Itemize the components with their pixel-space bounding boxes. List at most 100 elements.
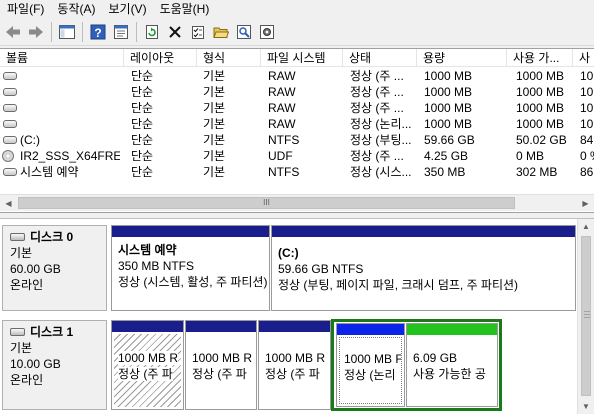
volume-cell-layout: 단순: [131, 69, 154, 83]
partition-status: 정상 (주 파: [265, 367, 320, 381]
volume-cell-status: 정상 (논리...: [350, 117, 412, 131]
forward-arrow-icon[interactable]: [25, 21, 47, 43]
partition-system-reserved[interactable]: 시스템 예약 350 MB NTFS 정상 (시스템, 활성, 주 파티션): [111, 225, 270, 311]
disk-1-name: 디스크 1: [30, 325, 74, 339]
delete-icon[interactable]: [164, 21, 186, 43]
menu-help[interactable]: 도움말(H): [153, 0, 216, 19]
partition-name: (C:): [278, 246, 299, 260]
help-icon[interactable]: ?: [87, 21, 109, 43]
disk-1-label[interactable]: 디스크 1 기본 10.00 GB 온라인: [2, 320, 107, 410]
volume-row[interactable]: 단순 기본 RAW 정상 (논리... 1000 MB 1000 MB 10: [0, 116, 594, 132]
partition-status: 정상 (시스템, 활성, 주 파티션): [118, 275, 267, 289]
vertical-scrollbar[interactable]: ▲ — — — ▼: [577, 219, 594, 414]
volume-cell-layout: 단순: [131, 165, 154, 179]
partition-free-space[interactable]: 6.09 GB 사용 가능한 공: [406, 323, 498, 407]
scroll-grip-icon: — — —: [584, 309, 590, 321]
disk-0-label[interactable]: 디스크 0 기본 60.00 GB 온라인: [2, 225, 107, 311]
volume-cell-free: 0 MB: [516, 149, 545, 163]
column-header-capacity[interactable]: 용량: [417, 49, 507, 67]
volume-cell-fs: RAW: [268, 117, 296, 131]
disk-0-kind: 기본: [10, 246, 33, 260]
volume-cell-layout: 단순: [131, 133, 154, 147]
volume-row[interactable]: 단순 기본 RAW 정상 (주 ... 1000 MB 1000 MB 10: [0, 68, 594, 84]
volume-cell-type: 기본: [203, 149, 226, 163]
volume-cell-name: [20, 116, 120, 132]
back-arrow-icon[interactable]: [2, 21, 24, 43]
volume-list-header: 볼륨 레이아웃 형식 파일 시스템 상태 용량 사용 가... 사: [0, 49, 594, 67]
volume-cell-layout: 단순: [131, 149, 154, 163]
checklist-icon[interactable]: [187, 21, 209, 43]
horizontal-scroll-thumb[interactable]: III: [18, 197, 515, 209]
logical-partition-bar: [337, 324, 404, 335]
column-header-layout[interactable]: 레이아웃: [124, 49, 197, 67]
volume-cell-status: 정상 (주 ...: [350, 149, 404, 163]
volume-row[interactable]: 단순 기본 RAW 정상 (주 ... 1000 MB 1000 MB 10: [0, 84, 594, 100]
scroll-down-icon[interactable]: ▼: [578, 399, 594, 414]
volume-cell-status: 정상 (주 ...: [350, 69, 404, 83]
column-header-volume[interactable]: 볼륨: [0, 49, 124, 67]
volume-row[interactable]: 단순 기본 RAW 정상 (주 ... 1000 MB 1000 MB 10: [0, 100, 594, 116]
primary-partition-bar: [112, 226, 269, 237]
column-header-percent-free[interactable]: 사: [573, 49, 594, 67]
partition-primary-1[interactable]: 1000 MB R 정상 (주 파: [111, 320, 184, 410]
partition-status: 정상 (주 파: [118, 367, 173, 381]
volume-cell-status: 정상 (주 ...: [350, 101, 404, 115]
properties-icon[interactable]: [110, 21, 132, 43]
partition-body: 1000 MB R 정상 (주 파: [188, 334, 254, 407]
volume-cell-fs: RAW: [268, 101, 296, 115]
volume-row[interactable]: IR2_SSS_X64FREV... 단순 기본 UDF 정상 (주 ... 4.25 G…: [0, 148, 594, 164]
partition-primary-2[interactable]: 1000 MB R 정상 (주 파: [185, 320, 257, 410]
toolbar-separator: [51, 22, 52, 42]
partition-body: 1000 MB R 정상 (주 파: [114, 334, 181, 407]
toolbar: ?: [0, 19, 594, 46]
volume-cell-status: 정상 (부팅...: [350, 133, 412, 147]
partition-logical[interactable]: 1000 MB F 정상 (논리: [336, 323, 405, 407]
column-header-filesystem[interactable]: 파일 시스템: [261, 49, 343, 67]
vertical-scroll-thumb[interactable]: — — —: [581, 236, 591, 396]
volume-cell-capacity: 350 MB: [424, 165, 466, 179]
console-tree-icon[interactable]: [56, 21, 78, 43]
toolbar-separator: [136, 22, 137, 42]
partition-status: 정상 (부팅, 페이지 파일, 크래시 덤프, 주 파티션): [278, 278, 519, 292]
column-header-free-space[interactable]: 사용 가...: [507, 49, 573, 67]
volume-cell-free: 302 MB: [516, 165, 558, 179]
volume-cell-type: 기본: [203, 117, 226, 131]
volume-cell-type: 기본: [203, 101, 226, 115]
scroll-left-icon[interactable]: ◀: [0, 195, 17, 212]
column-header-type[interactable]: 형식: [197, 49, 261, 67]
volume-cell-capacity: 1000 MB: [424, 85, 473, 99]
partition-size: 6.09 GB: [413, 351, 458, 365]
free-space-bar: [407, 324, 497, 335]
volume-row[interactable]: 시스템 예약 단순 기본 NTFS 정상 (시스... 350 MB 302 MB 86: [0, 164, 594, 180]
toolbar-separator: [82, 22, 83, 42]
search-icon[interactable]: [233, 21, 255, 43]
menu-view[interactable]: 보기(V): [101, 0, 152, 19]
scroll-right-icon[interactable]: ▶: [577, 195, 594, 212]
volume-cell-type: 기본: [203, 133, 226, 147]
volume-cell-layout: 단순: [131, 85, 154, 99]
partition-size: 1000 MB R: [265, 351, 326, 365]
cd-icon: [2, 150, 14, 162]
open-folder-icon[interactable]: [210, 21, 232, 43]
disk-1-state: 온라인: [10, 373, 44, 387]
settings-icon[interactable]: [256, 21, 278, 43]
volume-cell-layout: 단순: [131, 117, 154, 131]
disk-0-state: 온라인: [10, 278, 44, 292]
volume-cell-free: 50.02 GB: [516, 133, 567, 147]
volume-cell-layout: 단순: [131, 101, 154, 115]
disk-1-size: 10.00 GB: [10, 357, 61, 371]
refresh-icon[interactable]: [141, 21, 163, 43]
menu-file[interactable]: 파일(F): [0, 0, 50, 19]
horizontal-scrollbar[interactable]: ◀ III ▶: [0, 194, 594, 211]
menu-action[interactable]: 동작(A): [50, 0, 101, 19]
partition-c-drive[interactable]: (C:) 59.66 GB NTFS 정상 (부팅, 페이지 파일, 크래시 덤…: [271, 225, 576, 311]
volume-row[interactable]: (C:) 단순 기본 NTFS 정상 (부팅... 59.66 GB 50.02 GB 84: [0, 132, 594, 148]
volume-cell-pct: 10: [580, 69, 594, 83]
volume-cell-status: 정상 (시스...: [350, 165, 412, 179]
svg-text:?: ?: [94, 26, 101, 40]
partition-size: 1000 MB R: [192, 351, 253, 365]
partition-primary-3[interactable]: 1000 MB R 정상 (주 파: [258, 320, 331, 410]
column-header-status[interactable]: 상태: [343, 49, 417, 67]
volume-icon: [3, 120, 17, 128]
scroll-up-icon[interactable]: ▲: [578, 219, 594, 235]
